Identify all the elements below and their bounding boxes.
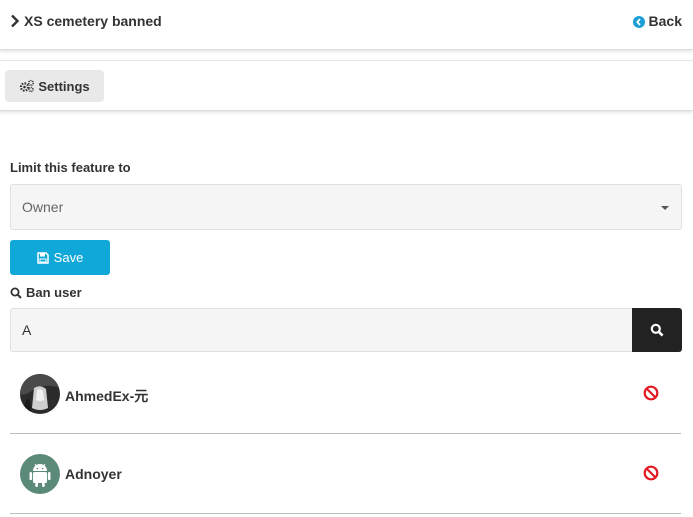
back-button[interactable]: Back — [632, 13, 682, 29]
settings-button[interactable]: Settings — [5, 70, 104, 102]
ban-user-search-input[interactable] — [10, 308, 632, 352]
limit-feature-value: Owner — [22, 199, 64, 215]
settings-label: Settings — [38, 78, 90, 94]
ban-icon[interactable] — [643, 385, 659, 401]
save-label: Save — [53, 250, 84, 265]
search-icon — [650, 323, 664, 337]
page-title: XS cemetery banned — [24, 13, 162, 29]
user-avatar — [20, 374, 60, 414]
gears-icon — [19, 79, 35, 93]
top-bar: XS cemetery banned Back — [0, 0, 693, 50]
settings-bar: Settings — [0, 60, 693, 111]
chevron-left-circle-icon — [632, 15, 645, 28]
ban-icon[interactable] — [643, 465, 659, 481]
back-label: Back — [648, 13, 682, 29]
search-icon — [10, 287, 22, 299]
user-row: Adnoyer — [10, 434, 681, 514]
chevron-right-icon — [10, 14, 20, 28]
ban-user-label: Ban user — [26, 285, 82, 300]
user-row: AhmedEx-元 — [10, 354, 681, 434]
limit-feature-label: Limit this feature to — [10, 160, 131, 175]
user-name: AhmedEx-元 — [65, 388, 149, 404]
user-name: Adnoyer — [65, 466, 122, 482]
search-button[interactable] — [632, 308, 682, 352]
user-avatar — [20, 454, 60, 494]
limit-feature-select[interactable]: Owner — [10, 184, 682, 230]
caret-down-icon — [661, 206, 669, 210]
save-button[interactable]: Save — [10, 240, 110, 275]
ban-user-heading: Ban user — [10, 285, 82, 300]
floppy-disk-icon — [36, 251, 49, 264]
page-title-group: XS cemetery banned — [10, 13, 162, 29]
